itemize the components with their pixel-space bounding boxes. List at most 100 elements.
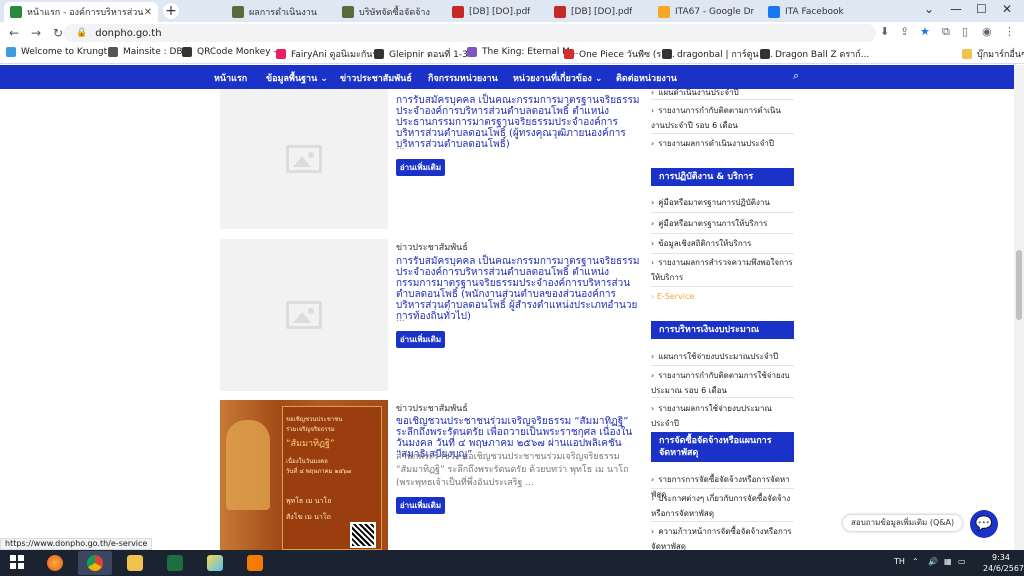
back-icon[interactable]: ← bbox=[6, 26, 22, 40]
bookmark-item[interactable]: QRCode Monkey -... bbox=[182, 47, 285, 57]
scrollbar-thumb[interactable] bbox=[1016, 250, 1022, 320]
download-icon[interactable]: ⬇ bbox=[880, 25, 889, 38]
tab-favicon-icon bbox=[452, 6, 464, 18]
extensions-icon[interactable]: ⧉ bbox=[942, 25, 950, 39]
menu-kebab-icon[interactable]: ⋮ bbox=[1004, 25, 1015, 38]
excel-icon bbox=[167, 555, 183, 571]
bookmark-item[interactable]: FairyAni ดูอนิเมะกันฟรี bbox=[276, 47, 384, 61]
poster-text: วันที่ ๔ พฤษภาคม ๒๕๖๗ bbox=[286, 468, 352, 475]
sidebar-link[interactable]: › รายงานผลการสำรวจความพึงพอใจการให้บริการ bbox=[651, 255, 794, 285]
tab-favicon-icon bbox=[232, 6, 244, 18]
nav-related-agencies[interactable]: หน่วยงานที่เกี่ยวข้อง ⌄ bbox=[513, 71, 602, 85]
search-icon[interactable]: ⌕ bbox=[793, 69, 799, 83]
nav-news[interactable]: ข่าวประชาสัมพันธ์ bbox=[340, 71, 412, 85]
bookmark-item[interactable]: Gleipnir ตอนที่ 1-3... bbox=[374, 47, 476, 61]
post-category[interactable]: ข่าวประชาสัมพันธ์ bbox=[396, 401, 468, 415]
chat-button[interactable]: 💬 bbox=[970, 510, 998, 538]
tray-volume-icon[interactable]: 🔊 bbox=[928, 557, 938, 566]
sidebar-link[interactable]: › ความก้าวหน้าการจัดซื้อจัดจ้างหรือการจัด… bbox=[651, 524, 794, 550]
sidebar-divider bbox=[651, 133, 794, 134]
tab-active[interactable]: หน้าแรก - องค์การบริหารส่วนตำบล ✕ bbox=[4, 2, 158, 22]
bookmark-item[interactable]: The King: Eternal M... bbox=[467, 47, 579, 57]
chat-prompt-bubble[interactable]: สอบถามข้อมูลเพิ่มเติม (Q&A) bbox=[843, 515, 963, 531]
sidebar-link[interactable]: › รายงานผลการดำเนินงานประจำปี bbox=[651, 136, 794, 151]
sidebar-divider bbox=[651, 212, 794, 213]
read-more-button[interactable]: อ่านเพิ่มเติม bbox=[396, 497, 445, 514]
bookmark-item[interactable]: Dragon Ball Z ดราก์... bbox=[760, 47, 869, 61]
tab-search-icon[interactable]: ⌄ bbox=[924, 2, 934, 16]
tab-item[interactable]: บริษัทจัดซื้อจัดจ้าง bbox=[336, 2, 444, 22]
tab-item[interactable]: [DB] [DO].pdf bbox=[446, 2, 546, 22]
tab-item[interactable]: ผลการดำเนินงาน bbox=[226, 2, 334, 22]
taskbar-chrome[interactable] bbox=[78, 551, 112, 575]
tray-language[interactable]: TH bbox=[894, 557, 905, 566]
taskbar-app-g[interactable] bbox=[238, 551, 272, 575]
sidebar-link[interactable]: › ข้อมูลเชิงสถิติการให้บริการ bbox=[651, 236, 794, 251]
bookmark-item[interactable]: Welcome to Krungt... bbox=[6, 47, 116, 57]
sidebar-link[interactable]: › แผนการใช้จ่ายงบประมาณประจำปี bbox=[651, 349, 794, 364]
tab-label: บริษัทจัดซื้อจัดจ้าง bbox=[359, 8, 430, 18]
lock-icon[interactable]: 🔒 bbox=[76, 28, 87, 38]
bookmark-item[interactable]: One Piece วันพีซ (รว... bbox=[564, 47, 675, 61]
status-url: https://www.donpho.go.th/e-service bbox=[0, 538, 153, 550]
sidebar-link[interactable]: › รายงานการกำกับติดตามการใช้จ่ายงบประมาณ … bbox=[651, 368, 794, 398]
taskbar-file-explorer[interactable] bbox=[118, 551, 152, 575]
bookmark-label: Gleipnir ตอนที่ 1-3... bbox=[389, 50, 477, 60]
read-more-button[interactable]: อ่านเพิ่มเติม bbox=[396, 331, 445, 348]
tab-item[interactable]: ITA Facebook bbox=[762, 2, 862, 22]
tray-network-icon[interactable]: ▦ bbox=[944, 557, 952, 566]
windows-start-button[interactable] bbox=[10, 555, 24, 569]
bullet-icon: › bbox=[651, 219, 655, 228]
sidebar-link[interactable]: › คู่มือหรือมาตรฐานการปฏิบัติงาน bbox=[651, 195, 794, 210]
taskbar-excel[interactable] bbox=[158, 551, 192, 575]
forward-icon[interactable]: → bbox=[28, 26, 44, 40]
bullet-icon: › bbox=[651, 371, 655, 380]
close-window-button[interactable]: ✕ bbox=[1002, 2, 1012, 16]
post-category[interactable]: ข่าวประชาสัมพันธ์ bbox=[396, 240, 468, 254]
share-icon[interactable]: ⇪ bbox=[900, 25, 909, 38]
minimize-button[interactable]: — bbox=[950, 2, 962, 16]
post-thumbnail-placeholder[interactable] bbox=[220, 89, 388, 229]
bookmark-star-icon[interactable]: ★ bbox=[920, 25, 930, 38]
qr-code-icon bbox=[350, 522, 376, 548]
site-favicon-icon bbox=[10, 6, 22, 18]
sidebar-divider bbox=[651, 233, 794, 234]
sidebar-link[interactable]: › รายงานผลการใช้จ่ายงบประมาณประจำปี bbox=[651, 401, 794, 431]
sidebar-link[interactable]: › คู่มือหรือมาตรฐานการให้บริการ bbox=[651, 216, 794, 231]
bullet-icon: › bbox=[651, 239, 655, 248]
taskbar-clock[interactable]: 9:34 24/6/2567 bbox=[983, 552, 1024, 574]
nav-activities[interactable]: กิจกรรมหน่วยงาน bbox=[428, 71, 498, 85]
nav-basic-info[interactable]: ข้อมูลพื้นฐาน ⌄ bbox=[266, 71, 328, 85]
post-thumbnail-poster[interactable]: ขอเชิญชวนประชาชน ร่วมเจริญจริยธรรม “สัมม… bbox=[220, 400, 388, 550]
page-scrollbar[interactable] bbox=[1014, 65, 1024, 550]
taskbar-firefox[interactable] bbox=[38, 551, 72, 575]
bullet-icon: › bbox=[651, 527, 655, 536]
tab-item[interactable]: [DB] [DO].pdf bbox=[548, 2, 648, 22]
other-bookmarks-folder[interactable]: บุ๊กมาร์กอื่นๆ bbox=[962, 47, 1024, 61]
address-bar[interactable]: 🔒 donpho.go.th bbox=[64, 24, 876, 42]
tab-label: [DB] [DO].pdf bbox=[571, 7, 633, 17]
tray-battery-icon[interactable]: ▭ bbox=[958, 557, 966, 566]
sidebar-link[interactable]: › ประกาศต่างๆ เกี่ยวกับการจัดซื้อจัดจ้างห… bbox=[651, 491, 794, 521]
tray-chevron-icon[interactable]: ⌃ bbox=[912, 557, 919, 566]
post-thumbnail-placeholder[interactable] bbox=[220, 239, 388, 391]
read-more-button[interactable]: อ่านเพิ่มเติม bbox=[396, 159, 445, 176]
nav-home[interactable]: หน้าแรก bbox=[214, 71, 247, 85]
bookmark-label: บุ๊กมาร์กอื่นๆ bbox=[977, 50, 1024, 60]
side-panel-icon[interactable]: ▯ bbox=[962, 25, 968, 38]
sidebar-link-eservice[interactable]: › E-Service bbox=[651, 292, 694, 301]
bullet-icon: › bbox=[651, 198, 655, 207]
bookmark-item[interactable]: dragonbal | การ์ตูน |... bbox=[662, 47, 773, 61]
nav-contact[interactable]: ติดต่อหน่วยงาน bbox=[616, 71, 677, 85]
new-tab-button[interactable]: + bbox=[163, 3, 179, 19]
profile-avatar-icon[interactable]: ◉ bbox=[982, 25, 992, 38]
sidebar-link-label: E-Service bbox=[656, 292, 695, 301]
tab-item[interactable]: ITA67 - Google Dr bbox=[652, 2, 760, 22]
close-tab-icon[interactable]: ✕ bbox=[144, 7, 152, 18]
maximize-button[interactable]: ☐ bbox=[976, 2, 987, 16]
bullet-icon: › bbox=[651, 106, 655, 115]
image-placeholder-icon bbox=[286, 301, 322, 329]
taskbar-paint[interactable] bbox=[198, 551, 232, 575]
sidebar-link[interactable]: › รายงานการกำกับติดตามการดำเนินงานประจำปี… bbox=[651, 103, 794, 133]
bookmark-item[interactable]: Mainsite : DBD bbox=[108, 47, 190, 57]
